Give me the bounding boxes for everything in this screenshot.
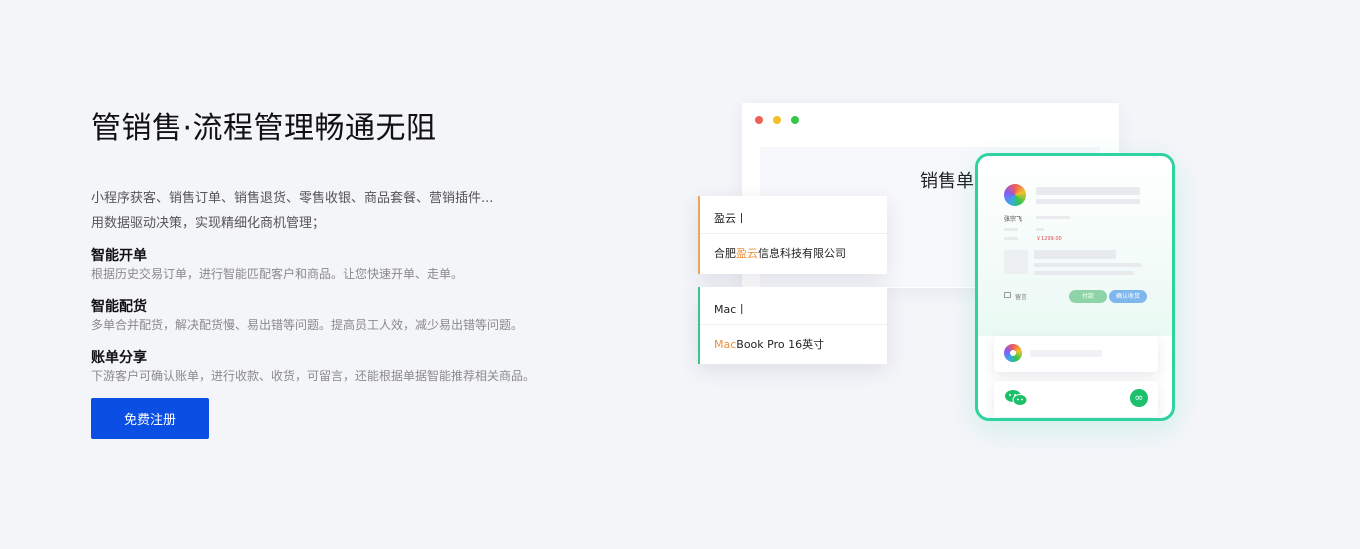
- suggestion-suffix: 信息科技有限公司: [758, 247, 846, 260]
- suggestion-highlight: 盈云: [736, 247, 758, 260]
- suggestion-suffix: Book Pro 16英寸: [736, 338, 825, 351]
- hero-description-line-1: 小程序获客、销售订单、销售退货、零售收银、商品套餐、营销插件...: [91, 191, 494, 206]
- comment-icon: [1004, 292, 1011, 298]
- product-input-text: Mac丨: [714, 303, 748, 316]
- sales-order-title: 销售单: [920, 171, 974, 192]
- hero-title: 管销售·流程管理畅通无阻: [91, 111, 437, 146]
- feature-description: 多单合并配货，解决配货慢、易出错等问题。提高员工人效，减少易出错等问题。: [91, 318, 524, 332]
- product-thumbnail: [1004, 250, 1028, 274]
- phone-order-panel: [978, 156, 1172, 336]
- photos-app-icon: [1004, 344, 1022, 362]
- suggestion-highlight: Mac: [714, 338, 737, 351]
- feature-description: 下游客户可确认账单，进行收款、收货，可留言，还能根据单据智能推荐相关商品。: [91, 369, 536, 383]
- wechat-share-card: ∞: [994, 381, 1158, 417]
- placeholder-bar: [1036, 228, 1044, 231]
- mini-program-icon: ∞: [1130, 389, 1148, 407]
- free-register-button[interactable]: 免费注册: [91, 398, 209, 439]
- placeholder-bar: [1034, 271, 1134, 275]
- divider: [700, 324, 887, 325]
- app-share-card: [994, 336, 1158, 372]
- placeholder-bar: [1004, 237, 1018, 240]
- hero-description: 小程序获客、销售订单、销售退货、零售收银、商品套餐、营销插件... 用数据驱动决…: [91, 186, 551, 236]
- avatar: [1004, 184, 1026, 206]
- feature-smart-billing: 智能开单 根据历史交易订单，进行智能匹配客户和商品。让您快速开单、走单。: [91, 246, 551, 283]
- wechat-icon: [1005, 390, 1028, 406]
- pay-button: 付款: [1069, 290, 1107, 303]
- window-close-dot-icon: [755, 116, 763, 124]
- suggestion-prefix: 合肥: [714, 247, 736, 260]
- window-minimize-dot-icon: [773, 116, 781, 124]
- placeholder-bar: [1036, 199, 1140, 204]
- product-suggestion: MacBook Pro 16英寸: [714, 336, 824, 352]
- hero-section: 管销售·流程管理畅通无阻 小程序获客、销售订单、销售退货、零售收银、商品套餐、营…: [91, 108, 551, 385]
- placeholder-bar: [1036, 187, 1140, 195]
- placeholder-bar: [1034, 250, 1116, 259]
- placeholder-bar: [1036, 216, 1070, 219]
- customer-autocomplete-card: 盈云丨 合肥盈云信息科技有限公司: [698, 196, 887, 274]
- feature-title: 智能开单: [91, 248, 147, 264]
- customer-name: 张宗飞: [1004, 216, 1023, 223]
- confirm-receipt-button: 确认收货: [1109, 290, 1147, 303]
- hero-description-line-2: 用数据驱动决策，实现精细化商机管理；: [91, 216, 326, 231]
- order-amount: ￥1299.00: [1036, 236, 1062, 242]
- feature-bill-sharing: 账单分享 下游客户可确认账单，进行收款、收货，可留言，还能根据单据智能推荐相关商…: [91, 348, 551, 385]
- product-autocomplete-card: Mac丨 MacBook Pro 16英寸: [698, 287, 887, 364]
- feature-description: 根据历史交易订单，进行智能匹配客户和商品。让您快速开单、走单。: [91, 267, 464, 281]
- comment-label: 留言: [1015, 294, 1028, 301]
- customer-input-text: 盈云丨: [714, 212, 747, 225]
- placeholder-bar: [1034, 263, 1142, 267]
- feature-smart-allocation: 智能配货 多单合并配货，解决配货慢、易出错等问题。提高员工人效，减少易出错等问题…: [91, 297, 551, 334]
- placeholder-bar: [1030, 350, 1102, 357]
- customer-suggestion: 合肥盈云信息科技有限公司: [714, 245, 846, 261]
- phone-mockup-illustration: 张宗飞 ￥1299.00 留言 付款 确认收货 ∞: [975, 153, 1175, 421]
- divider: [700, 233, 887, 234]
- window-maximize-dot-icon: [791, 116, 799, 124]
- feature-title: 智能配货: [91, 299, 147, 315]
- placeholder-bar: [1004, 228, 1018, 231]
- feature-title: 账单分享: [91, 350, 147, 366]
